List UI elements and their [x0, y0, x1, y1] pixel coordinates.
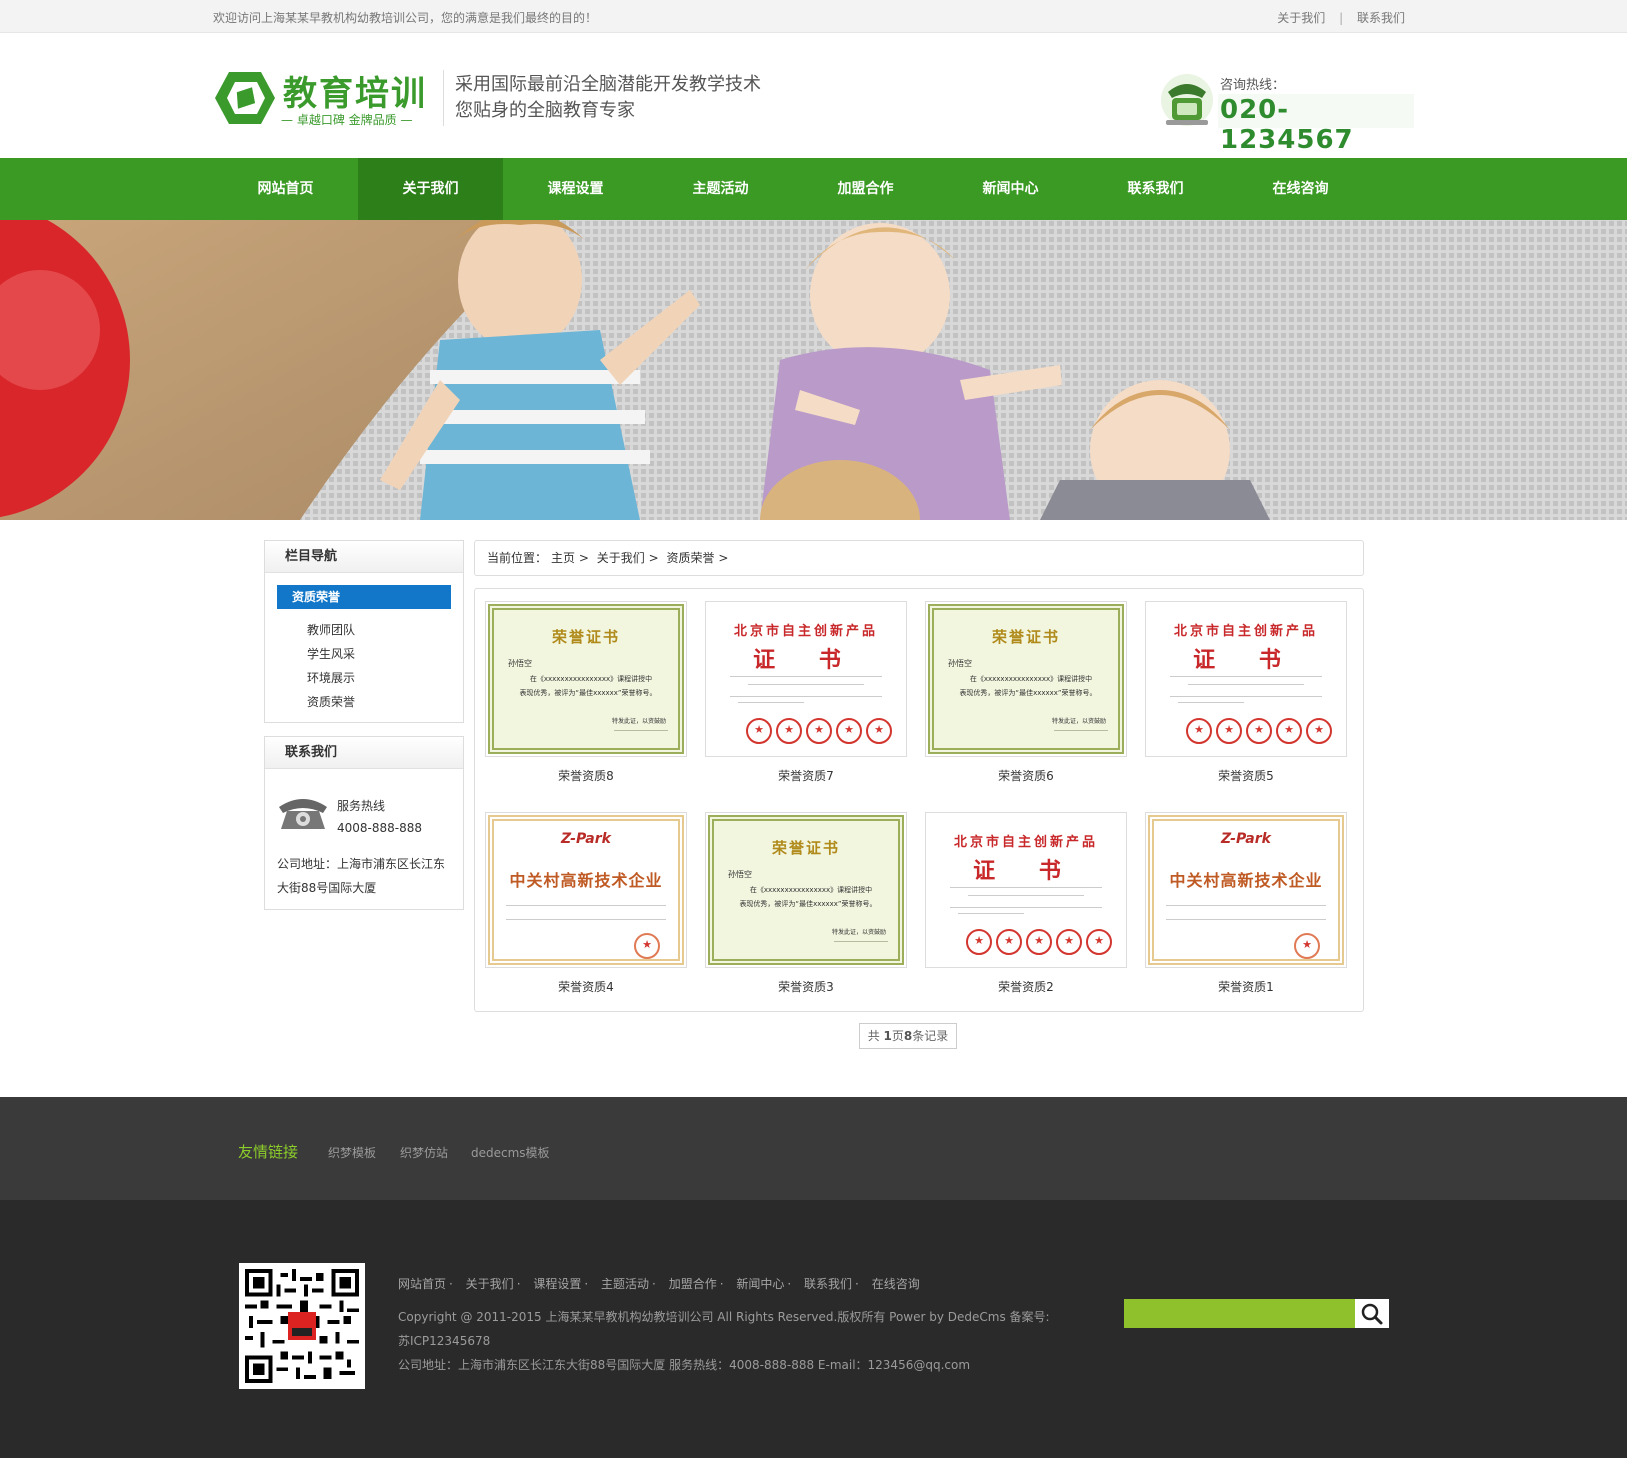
- footer-nav: 网站首页 · 关于我们 · 课程设置 · 主题活动 · 加盟合作 · 新闻中心 · 联系我们…: [398, 1277, 920, 1291]
- friend-links-bar: 友情链接 织梦模板 织梦仿站 dedecms模板: [0, 1097, 1627, 1200]
- slogan-line-2: 您贴身的全脑教育专家: [455, 100, 635, 121]
- footer-nav-about[interactable]: 关于我们: [466, 1277, 514, 1291]
- friend-links-title: 友情链接: [238, 1143, 299, 1161]
- footer-nav-courses[interactable]: 课程设置: [533, 1277, 581, 1291]
- sidebar-item-honors[interactable]: 资质荣誉: [307, 693, 355, 710]
- sidebar-column-title: 栏目导航: [265, 541, 463, 573]
- telephone-icon: [1161, 74, 1213, 126]
- footer-copyright: Copyright @ 2011-2015 上海某某早教机构幼教培训公司 All…: [398, 1310, 1050, 1324]
- footer-nav-home[interactable]: 网站首页: [398, 1277, 446, 1291]
- friend-link[interactable]: 织梦模板: [328, 1144, 376, 1161]
- logo-title: 教育培训: [283, 74, 427, 114]
- certificate-caption[interactable]: 荣誉资质1: [1145, 978, 1347, 995]
- top-link-about[interactable]: 关于我们: [1277, 11, 1325, 25]
- phone-icon: [279, 799, 327, 829]
- sidebar-column-nav: 栏目导航 资质荣誉 教师团队 学生风采 环境展示 资质荣誉: [264, 540, 464, 723]
- nav-item-contact[interactable]: 联系我们: [1083, 158, 1228, 220]
- nav-item-activities[interactable]: 主题活动: [648, 158, 793, 220]
- sidebar-item-students[interactable]: 学生风采: [307, 645, 355, 662]
- friend-link[interactable]: 织梦仿站: [400, 1144, 448, 1161]
- service-hotline-label: 服务热线: [337, 799, 386, 813]
- breadcrumb-separator: >: [578, 551, 589, 565]
- site-logo[interactable]: 教育培训 — 卓越口碑 金牌品质 —: [213, 68, 443, 132]
- footer-nav-franchise[interactable]: 加盟合作: [669, 1277, 717, 1291]
- sidebar-item-qualifications[interactable]: 资质荣誉: [277, 585, 451, 609]
- welcome-text: 欢迎访问上海某某早教机构幼教培训公司，您的满意是我们最终的目的！: [213, 11, 598, 25]
- page-count: 1: [883, 1029, 892, 1043]
- sidebar-item-teachers[interactable]: 教师团队: [307, 621, 355, 638]
- certificate-caption[interactable]: 荣誉资质3: [705, 978, 907, 995]
- breadcrumb-about[interactable]: 关于我们: [597, 551, 645, 565]
- certificate-thumbnail[interactable]: Z-Park 中关村高新技术企业: [485, 812, 687, 968]
- breadcrumb-honors[interactable]: 资质荣誉: [666, 551, 714, 565]
- footer-icp: 苏ICP12345678: [398, 1334, 491, 1348]
- header-slogan: 采用国际最前沿全脑潜能开发教学技术 您贴身的全脑教育专家: [455, 72, 761, 124]
- qr-code-image: [239, 1263, 365, 1389]
- nav-item-home[interactable]: 网站首页: [213, 158, 358, 220]
- footer-search: [1124, 1299, 1389, 1328]
- top-links: 关于我们 | 联系我们: [1277, 9, 1405, 26]
- nav-item-consult[interactable]: 在线咨询: [1228, 158, 1373, 220]
- service-hotline-number: 4008-888-888: [337, 821, 423, 835]
- main-nav: 网站首页 关于我们 课程设置 主题活动 加盟合作 新闻中心 联系我们 在线咨询: [0, 158, 1627, 220]
- nav-item-franchise[interactable]: 加盟合作: [793, 158, 938, 220]
- breadcrumb-separator: >: [718, 551, 729, 565]
- certificate-caption[interactable]: 荣誉资质4: [485, 978, 687, 995]
- top-link-contact[interactable]: 联系我们: [1357, 11, 1405, 25]
- certificate-thumbnail[interactable]: 荣誉证书 孙悟空 在《xxxxxxxxxxxxxxxx》课程讲授中 表现优秀，被…: [925, 601, 1127, 757]
- pagination-summary: 共 1页8条记录: [859, 1023, 957, 1049]
- logo-subtitle: — 卓越口碑 金牌品质 —: [281, 113, 413, 127]
- footer-nav-news[interactable]: 新闻中心: [736, 1277, 784, 1291]
- site-footer: 网站首页 · 关于我们 · 课程设置 · 主题活动 · 加盟合作 · 新闻中心 · 联系我们…: [0, 1200, 1627, 1458]
- certificate-thumbnail[interactable]: 荣誉证书 孙悟空 在《xxxxxxxxxxxxxxxx》课程讲授中 表现优秀，被…: [705, 812, 907, 968]
- breadcrumb-separator: >: [648, 551, 659, 565]
- search-input[interactable]: [1124, 1299, 1355, 1328]
- company-address-line-2: 大街88号国际大厦: [277, 881, 377, 895]
- certificate-thumbnail[interactable]: Z-Park 中关村高新技术企业: [1145, 812, 1347, 968]
- sidebar-contact-title: 联系我们: [265, 737, 463, 769]
- top-link-separator: |: [1339, 11, 1344, 25]
- breadcrumb-home[interactable]: 主页: [551, 551, 575, 565]
- certificate-caption[interactable]: 荣誉资质5: [1145, 767, 1347, 784]
- header-hotline: 咨询热线： 020-1234567: [1160, 68, 1414, 155]
- nav-item-news[interactable]: 新闻中心: [938, 158, 1083, 220]
- footer-nav-activities[interactable]: 主题活动: [601, 1277, 649, 1291]
- friend-link[interactable]: dedecms模板: [471, 1144, 550, 1161]
- certificate-caption[interactable]: 荣誉资质7: [705, 767, 907, 784]
- certificate-caption[interactable]: 荣誉资质8: [485, 767, 687, 784]
- hero-banner: [0, 220, 1627, 520]
- footer-address: 公司地址：上海市浦东区长江东大街88号国际大厦 服务热线：4008-888-88…: [398, 1358, 971, 1372]
- certificate-caption[interactable]: 荣誉资质2: [925, 978, 1127, 995]
- certificate-caption[interactable]: 荣誉资质6: [925, 767, 1127, 784]
- record-count: 8: [903, 1029, 913, 1043]
- hotline-label: 咨询热线：: [1220, 78, 1286, 93]
- logo-hexagon-icon: [215, 72, 275, 124]
- search-icon: [1361, 1303, 1383, 1325]
- slogan-line-1: 采用国际最前沿全脑潜能开发教学技术: [455, 74, 761, 95]
- footer-nav-contact[interactable]: 联系我们: [804, 1277, 852, 1291]
- top-bar: 欢迎访问上海某某早教机构幼教培训公司，您的满意是我们最终的目的！ 关于我们 | …: [0, 0, 1627, 33]
- footer-nav-consult[interactable]: 在线咨询: [872, 1277, 920, 1291]
- breadcrumb: 当前位置： 主页 > 关于我们 > 资质荣誉 >: [474, 540, 1364, 576]
- certificate-thumbnail[interactable]: 北京市自主创新产品 证 书: [705, 601, 907, 757]
- nav-item-courses[interactable]: 课程设置: [503, 158, 648, 220]
- sidebar-contact: 联系我们 服务热线 4008-888-888 公司地址：上海市浦东区长江东 大街…: [264, 736, 464, 910]
- header-divider: [443, 70, 444, 126]
- company-address-line-1: 公司地址：上海市浦东区长江东: [277, 857, 446, 871]
- nav-item-about[interactable]: 关于我们: [358, 158, 503, 220]
- breadcrumb-label: 当前位置：: [487, 551, 548, 565]
- certificate-thumbnail[interactable]: 荣誉证书 孙悟空 在《xxxxxxxxxxxxxxxx》课程讲授中 表现优秀，被…: [485, 601, 687, 757]
- sidebar-item-environment[interactable]: 环境展示: [307, 669, 355, 686]
- certificate-thumbnail[interactable]: 北京市自主创新产品 证 书: [1145, 601, 1347, 757]
- search-button[interactable]: [1355, 1299, 1389, 1328]
- banner-children-image: [0, 220, 1627, 520]
- hotline-number: 020-1234567: [1220, 95, 1354, 155]
- certificate-gallery: 荣誉证书 孙悟空 在《xxxxxxxxxxxxxxxx》课程讲授中 表现优秀，被…: [474, 588, 1364, 1012]
- certificate-thumbnail[interactable]: 北京市自主创新产品 证 书: [925, 812, 1127, 968]
